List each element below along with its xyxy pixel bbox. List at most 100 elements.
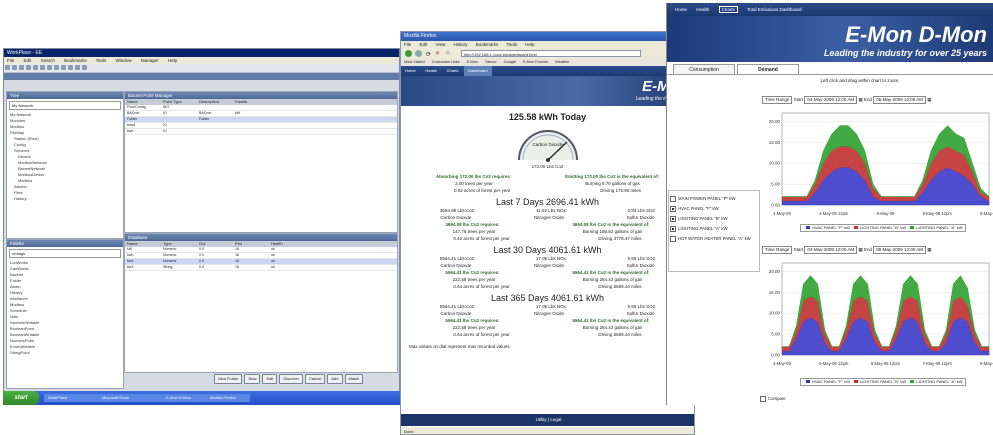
chart1-end-input[interactable]: 06-May-2009 12:00 AM <box>873 96 927 104</box>
ff-menu-help[interactable]: Help <box>525 42 534 47</box>
series-checkbox[interactable]: HVAC PANEL "F" kW <box>670 206 719 212</box>
palette-filter[interactable]: emtags <box>9 249 121 258</box>
start-button[interactable]: start <box>3 391 39 405</box>
nav-emissions[interactable]: Total Emissions Dashboard <box>747 7 802 12</box>
manager-button[interactable]: Add <box>327 374 343 384</box>
site-tab-charts[interactable]: Charts <box>443 66 463 76</box>
site-tab-health[interactable]: Health <box>421 66 441 76</box>
bookmark-weather[interactable]: Weather <box>555 60 569 64</box>
miles-value: Driving 3778.47 miles <box>598 236 642 241</box>
tree-node[interactable]: History <box>10 196 123 202</box>
chart1-controls: Time Range Start 04-May-2009 12:00 AM ▦ … <box>762 96 932 104</box>
manager-button[interactable]: New Folder <box>214 374 243 384</box>
checkbox-box[interactable] <box>670 196 676 202</box>
menu-file[interactable]: File <box>7 58 14 63</box>
menu-manager[interactable]: Manager <box>141 58 159 63</box>
menu-search[interactable]: Search <box>41 58 55 63</box>
series-checkbox[interactable]: LIGHTING PANEL "B" kW <box>670 216 728 222</box>
save-icon[interactable] <box>40 65 45 70</box>
gauge-label: Carbon Dioxide <box>532 142 564 147</box>
refresh-icon[interactable] <box>26 65 31 70</box>
nav-home[interactable]: Home <box>675 7 687 12</box>
tree-filter[interactable]: My Network <box>9 101 121 110</box>
chart1-time-range[interactable]: Time Range <box>762 96 793 104</box>
nav-health[interactable]: Health <box>696 7 709 12</box>
ff-menu-view[interactable]: View <box>436 42 446 47</box>
ff-menu-bookmarks[interactable]: Bookmarks <box>476 42 499 47</box>
menu-tools[interactable]: Tools <box>96 58 107 63</box>
ff-menu-tools[interactable]: Tools <box>506 42 517 47</box>
compare-checkbox[interactable]: Compare <box>760 396 786 402</box>
forward-icon[interactable] <box>12 65 17 70</box>
redo-icon[interactable] <box>82 65 87 70</box>
manager-button[interactable]: New <box>244 374 261 384</box>
delete-icon[interactable] <box>68 65 73 70</box>
site-tab-dashboard[interactable]: Dashboard <box>464 66 492 76</box>
table-row[interactable]: kwh IO <box>125 129 397 135</box>
home-icon[interactable]: ⌂ <box>446 50 450 56</box>
chart2-start-input[interactable]: 04-May-2009 12:00 AM <box>804 246 858 254</box>
undo-icon[interactable] <box>75 65 80 70</box>
checkbox-box[interactable] <box>670 236 676 242</box>
x-tick-label: 8-May-09 <box>980 361 993 366</box>
menu-edit[interactable]: Edit <box>24 58 32 63</box>
home-icon[interactable] <box>33 65 38 70</box>
url-bar[interactable]: http://192.168.1.1/cgi-bin/dashboard.htm… <box>461 50 641 57</box>
chart2-end-input[interactable]: 08-May-2009 12:00 AM <box>873 246 927 254</box>
nav-charts[interactable]: Charts <box>718 6 738 13</box>
table-row[interactable]: kw3 String 0.0 16 ok <box>125 265 397 271</box>
reload-icon[interactable]: ⟳ <box>426 51 431 58</box>
manager-button[interactable]: Discover <box>279 374 303 384</box>
task-excel[interactable]: Microsoft Excel <box>98 394 162 402</box>
table-cell: Numeric <box>163 253 177 257</box>
ff-menu-history[interactable]: History <box>454 42 468 47</box>
tab-consumption[interactable]: Consumption <box>673 64 735 74</box>
series-checkbox[interactable]: MAIN POWER PANEL "P" kW <box>670 196 735 202</box>
bookmark-most-visited[interactable]: Most Visited <box>404 60 425 64</box>
palette-item[interactable]: StringPoint <box>10 350 123 356</box>
emission-labels: Carbon Dioxide Nitrogen Oxide Sulfur Dioxi… <box>409 310 686 317</box>
calendar-icon[interactable]: ▦ <box>858 97 862 102</box>
back-icon[interactable] <box>5 65 10 70</box>
site-tab-home[interactable]: Home <box>401 66 420 76</box>
bookmark-customize[interactable]: Customize Links <box>432 60 460 64</box>
cut-icon[interactable] <box>47 65 52 70</box>
back-icon[interactable] <box>405 50 412 57</box>
manager-button[interactable]: Edit <box>262 374 278 384</box>
checkbox-box[interactable] <box>670 206 676 212</box>
copy-icon[interactable] <box>54 65 59 70</box>
bookmark-google[interactable]: Google <box>504 60 516 64</box>
calendar-icon[interactable]: ▦ <box>927 97 931 102</box>
menu-bookmarks[interactable]: Bookmarks <box>64 58 87 63</box>
bookmark-emon[interactable]: E-Mon <box>467 60 478 64</box>
series-checkbox[interactable]: LIGHTING PANEL "A" kW <box>670 226 728 232</box>
bookmark-yahoo[interactable]: Yahoo! <box>485 60 497 64</box>
calendar-icon[interactable]: ▦ <box>858 247 862 252</box>
checkbox-box[interactable] <box>670 226 676 232</box>
chart2-time-range[interactable]: Time Range <box>762 246 793 254</box>
period-title: Last 30 Days 4061.61 kWh <box>493 245 602 255</box>
chart1-start-input[interactable]: 04-May-2009 12:00 AM <box>804 96 858 104</box>
task-firefox[interactable]: Mozilla Firefox <box>206 394 250 402</box>
manager-button[interactable]: Match <box>344 374 364 384</box>
demand-chart-1[interactable]: 20.00 15.00 10.00 5.00 0.00 4-May-09 4-May-09 … <box>760 107 993 219</box>
tab-demand[interactable]: Demand <box>737 64 799 74</box>
manager-button[interactable]: Cancel <box>304 374 326 384</box>
site-footer[interactable]: Utility | Legal <box>401 414 694 426</box>
up-icon[interactable] <box>19 65 24 70</box>
menu-window[interactable]: Window <box>116 58 132 63</box>
demand-chart-2[interactable]: 20.00 15.00 10.00 5.00 0.00 4-May-09 5-May-09 … <box>760 257 993 369</box>
stop-icon[interactable]: ✕ <box>435 50 440 57</box>
calendar-icon[interactable]: ▦ <box>927 247 931 252</box>
paste-icon[interactable] <box>61 65 66 70</box>
bookmark-forums[interactable]: E-Mon Forums <box>523 60 548 64</box>
menu-help[interactable]: Help <box>168 58 177 63</box>
checkbox-box[interactable] <box>670 216 676 222</box>
ff-menu-file[interactable]: File <box>404 42 411 47</box>
ff-menu-edit[interactable]: Edit <box>420 42 428 47</box>
task-workplace[interactable]: WorkPlace <box>44 394 98 402</box>
compare-label: Compare <box>768 396 786 402</box>
forward-icon[interactable] <box>415 50 422 57</box>
series-checkbox[interactable]: HOT WATER HEATER PANEL "A" kW <box>670 236 751 242</box>
task-emon[interactable]: E-Mon D-Mon <box>162 394 206 402</box>
